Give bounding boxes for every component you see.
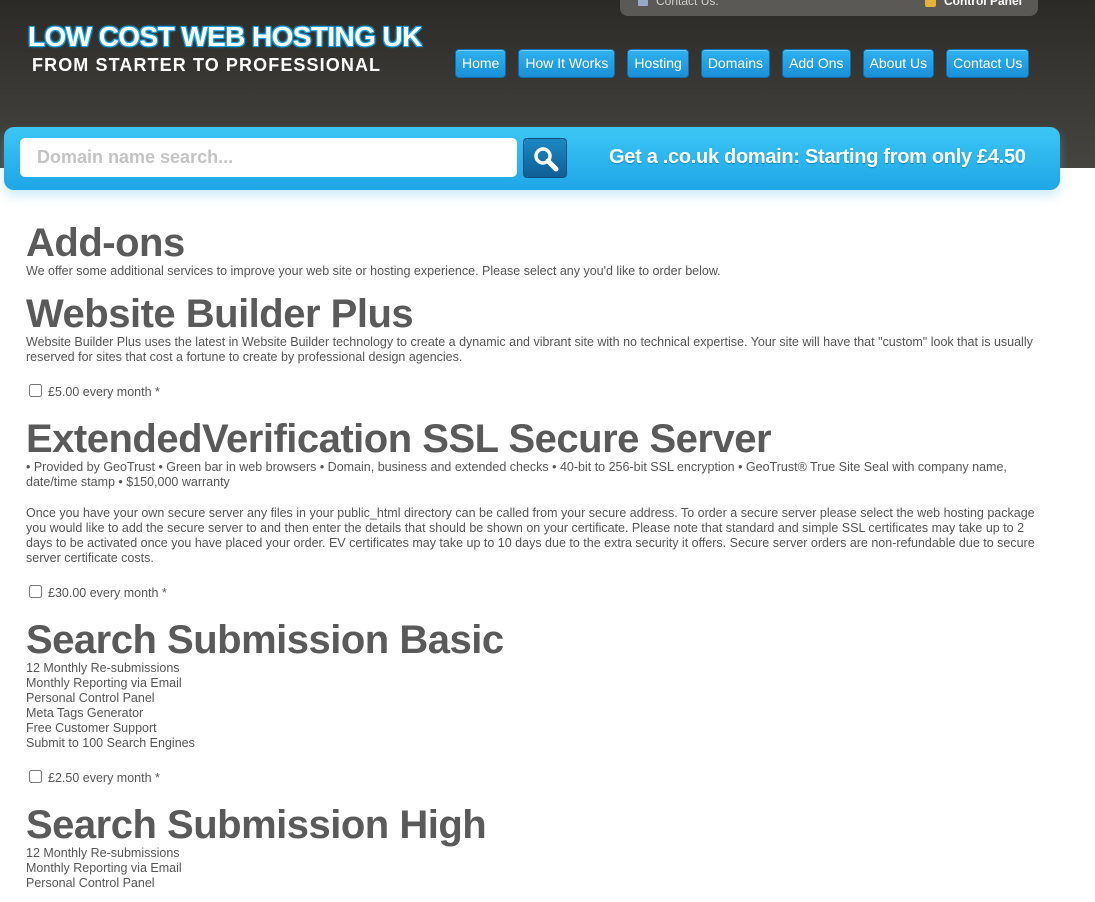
nav-home[interactable]: Home bbox=[455, 49, 507, 78]
nav-hosting[interactable]: Hosting bbox=[627, 49, 689, 78]
site-logo[interactable]: LOW COST WEB HOSTING UK FROM STARTER TO … bbox=[28, 20, 422, 76]
topbar-contact-link[interactable]: Contact Us: bbox=[638, 0, 719, 8]
addon-option-website-builder: £5.00 every month * bbox=[26, 384, 1046, 400]
domain-search-bar: Get a .co.uk domain: Starting from only … bbox=[4, 127, 1060, 190]
nav-contact-us[interactable]: Contact Us bbox=[946, 49, 1030, 78]
list-item: Personal Control Panel bbox=[26, 691, 155, 705]
mail-icon bbox=[638, 0, 648, 7]
topbar-contact-label: Contact Us: bbox=[656, 0, 719, 8]
ssl-price: £30.00 every month * bbox=[48, 586, 167, 600]
addon-desc-ssl: Once you have your own secure server any… bbox=[26, 506, 1035, 565]
list-item: 12 Monthly Re-submissions bbox=[26, 846, 180, 860]
list-item: Monthly Reporting via Email bbox=[26, 676, 182, 690]
addon-title-search-basic: Search Submission Basic bbox=[26, 618, 504, 662]
addon-option-ssl: £30.00 every month * bbox=[26, 585, 1046, 601]
search-basic-price: £2.50 every month * bbox=[48, 771, 160, 785]
list-item: Submit to 100 Search Engines bbox=[26, 736, 195, 750]
domain-promo-text: Get a .co.uk domain: Starting from only … bbox=[609, 146, 1026, 168]
list-item: Personal Control Panel bbox=[26, 876, 155, 890]
addon-option-search-basic: £2.50 every month * bbox=[26, 770, 1046, 786]
list-item: Meta Tags Generator bbox=[26, 706, 144, 720]
list-item: Free Customer Support bbox=[26, 721, 157, 735]
nav-how-it-works[interactable]: How It Works bbox=[518, 49, 616, 78]
control-panel-link[interactable]: Control Panel bbox=[924, 0, 1022, 8]
addon-title-search-high: Search Submission High bbox=[26, 803, 487, 847]
addon-features-ssl: • Provided by GeoTrust • Green bar in we… bbox=[26, 460, 1007, 489]
addon-title-ssl: ExtendedVerification SSL Secure Server bbox=[26, 417, 772, 461]
page-intro: We offer some additional services to imp… bbox=[26, 264, 721, 278]
website-builder-price: £5.00 every month * bbox=[48, 385, 160, 399]
page-title: Add-ons bbox=[26, 221, 185, 265]
lock-icon bbox=[924, 0, 936, 7]
ssl-checkbox[interactable] bbox=[29, 585, 42, 598]
search-high-feature-list: 12 Monthly Re-submissions Monthly Report… bbox=[26, 846, 1046, 891]
search-icon bbox=[534, 147, 559, 172]
search-basic-checkbox[interactable] bbox=[29, 770, 42, 783]
control-panel-label: Control Panel bbox=[943, 0, 1022, 8]
search-basic-feature-list: 12 Monthly Re-submissions Monthly Report… bbox=[26, 661, 1046, 751]
addon-title-website-builder: Website Builder Plus bbox=[26, 292, 414, 336]
main-nav: Home How It Works Hosting Domains Add On… bbox=[455, 49, 1041, 78]
list-item: Monthly Reporting via Email bbox=[26, 861, 182, 875]
domain-search-input[interactable] bbox=[20, 138, 517, 177]
domain-search-button[interactable] bbox=[523, 138, 567, 178]
main-content: Add-ons We offer some additional service… bbox=[26, 222, 1046, 891]
top-utility-bar: Contact Us: Control Panel bbox=[620, 0, 1038, 16]
list-item: 12 Monthly Re-submissions bbox=[26, 661, 180, 675]
nav-about-us[interactable]: About Us bbox=[862, 49, 935, 78]
nav-domains[interactable]: Domains bbox=[700, 49, 771, 78]
logo-subtitle: FROM STARTER TO PROFESSIONAL bbox=[32, 55, 382, 75]
nav-add-ons[interactable]: Add Ons bbox=[782, 49, 851, 78]
addon-desc-website-builder: Website Builder Plus uses the latest in … bbox=[26, 335, 1033, 364]
logo-title: LOW COST WEB HOSTING UK bbox=[28, 21, 422, 52]
website-builder-checkbox[interactable] bbox=[29, 384, 42, 397]
